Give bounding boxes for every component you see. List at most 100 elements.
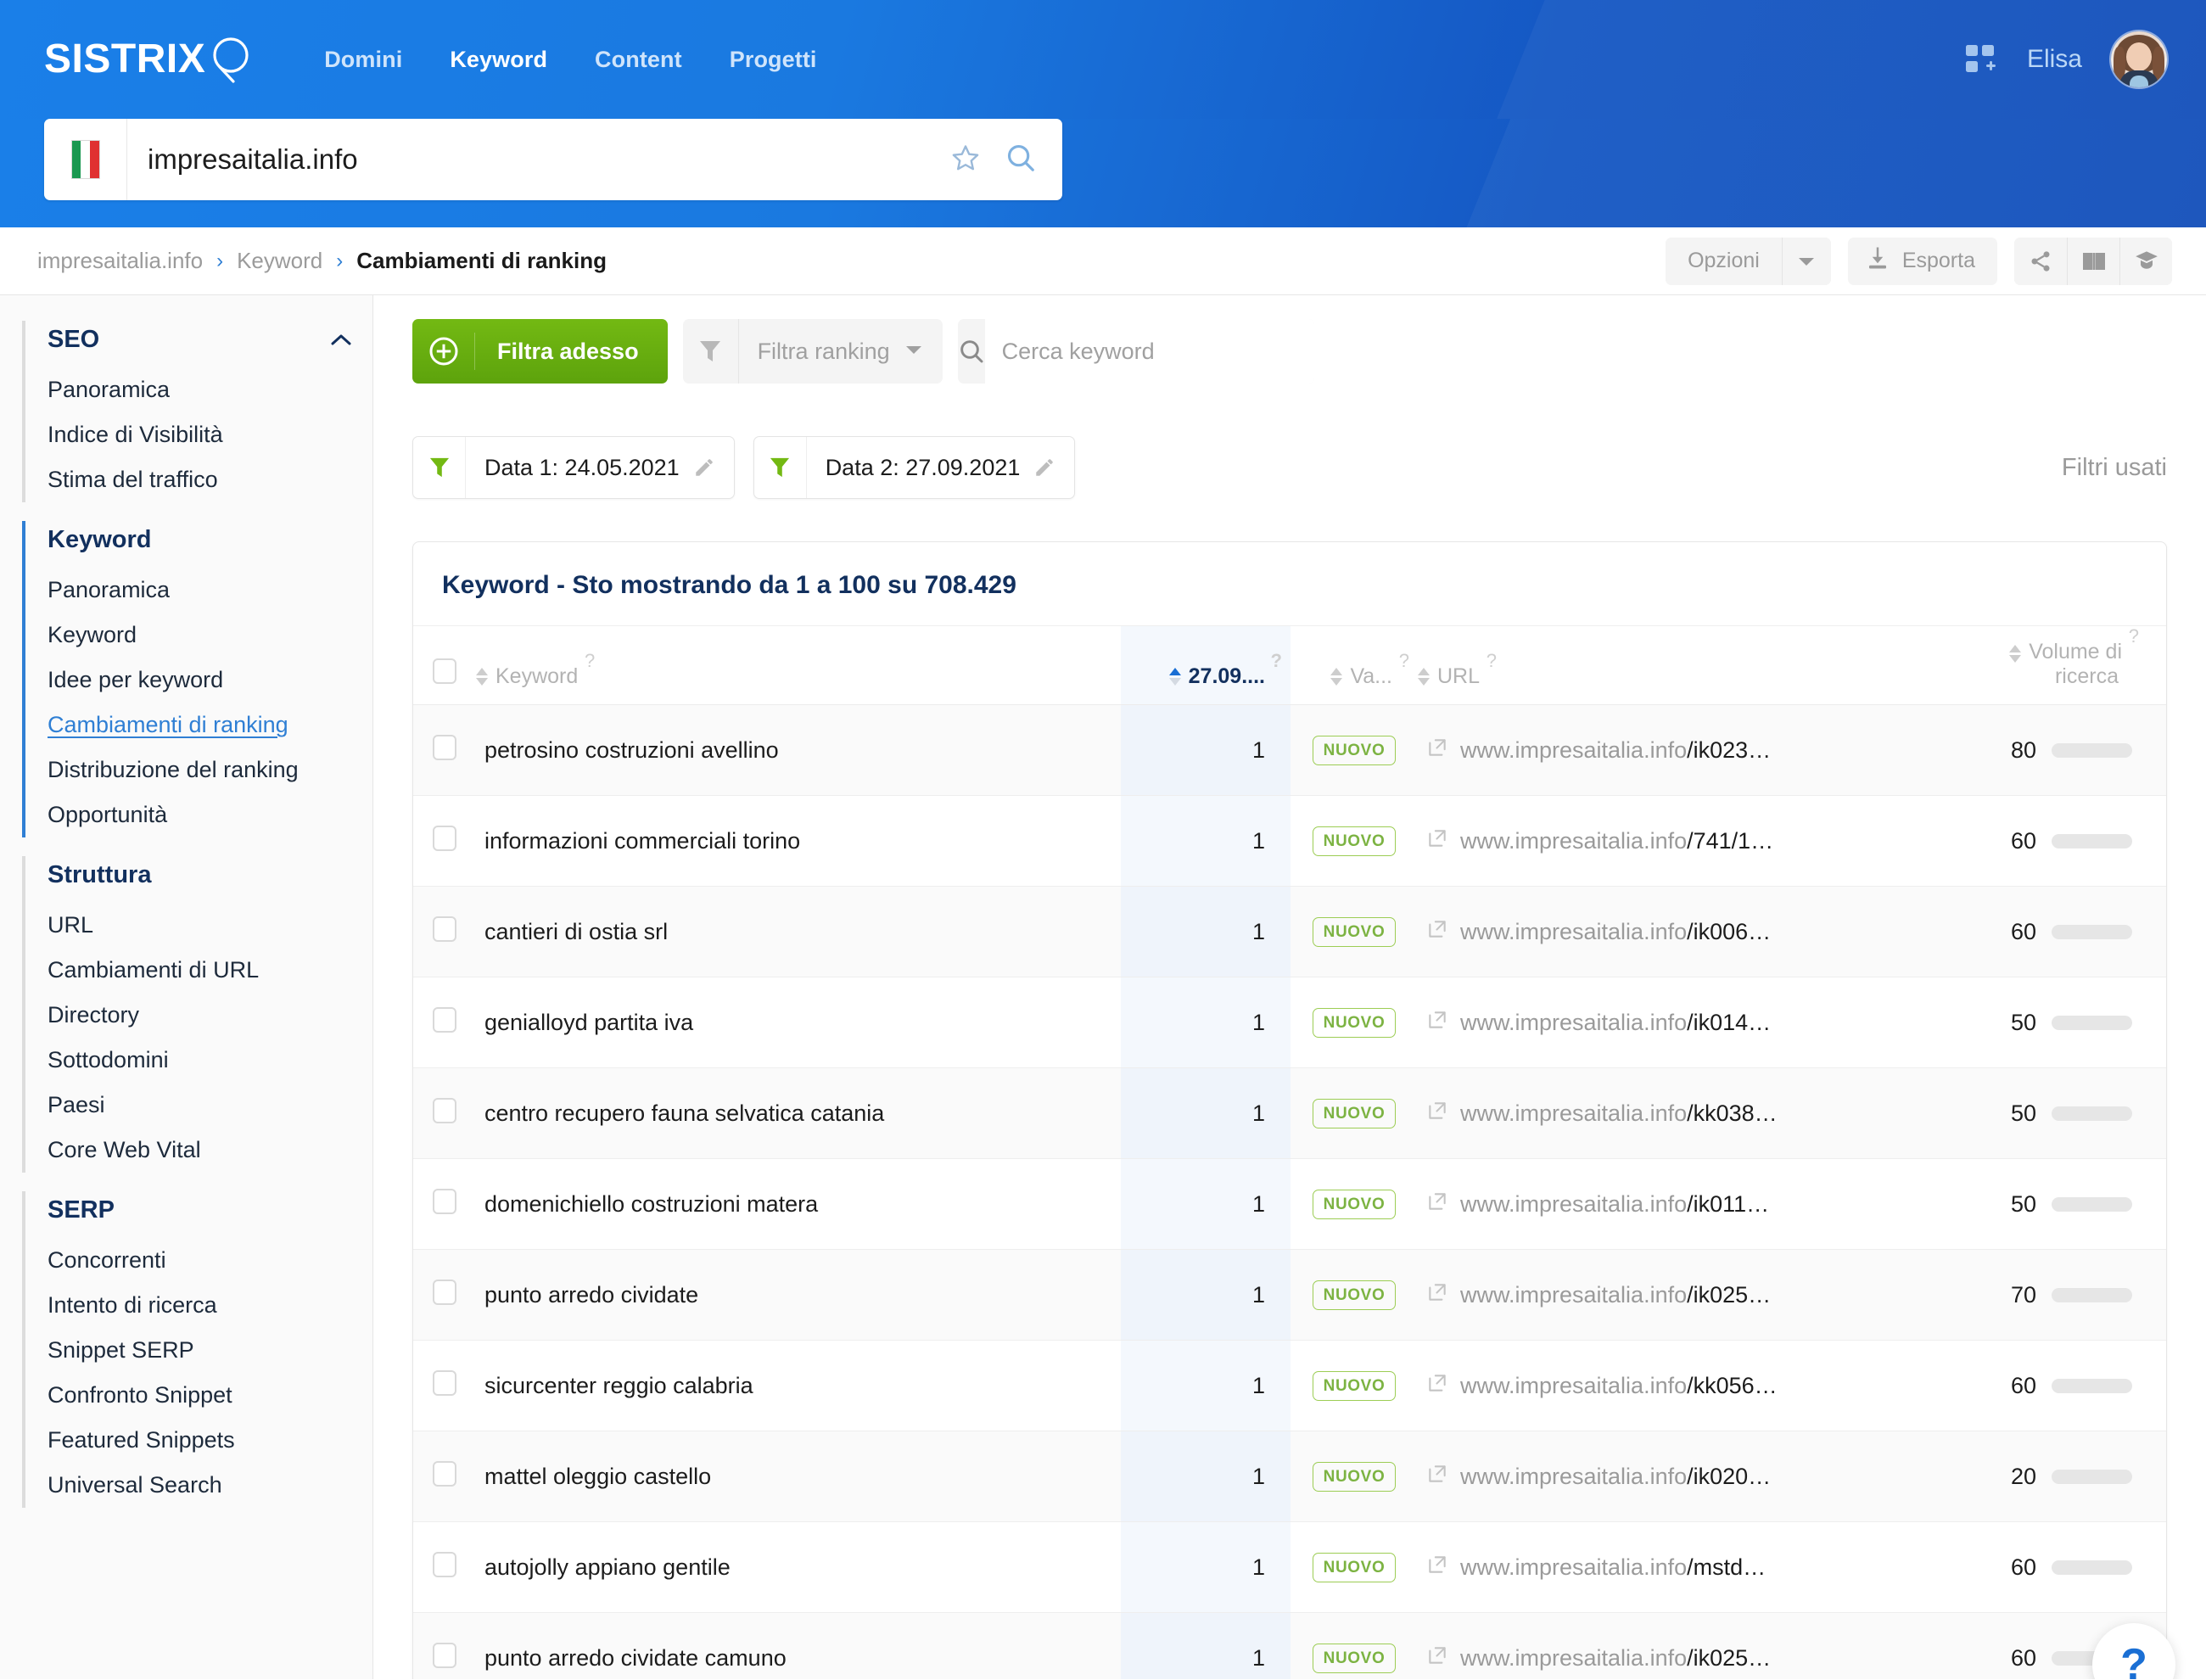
- sidebar-item-distribuzione-del-ranking[interactable]: Distribuzione del ranking: [22, 748, 372, 792]
- search-icon[interactable]: [958, 338, 985, 365]
- row-url-cell[interactable]: www.impresaitalia.info/741/1…: [1418, 795, 1893, 887]
- table-row[interactable]: cantieri di ostia srl 1 NUOVO www.impresait…: [413, 886, 2166, 977]
- help-icon[interactable]: ?: [2129, 625, 2139, 647]
- sidebar-item-directory[interactable]: Directory: [22, 993, 372, 1038]
- date-filter-chip-2[interactable]: Data 2: 27.09.2021: [753, 436, 1076, 499]
- row-url-cell[interactable]: www.impresaitalia.info/ik011…: [1418, 1158, 1893, 1250]
- row-url-cell[interactable]: www.impresaitalia.info/mstd…: [1418, 1521, 1893, 1613]
- sidebar-group-serp-header[interactable]: SERP: [22, 1191, 372, 1238]
- pencil-icon[interactable]: [693, 456, 734, 479]
- row-keyword-cell[interactable]: autojolly appiano gentile: [476, 1521, 1121, 1613]
- sidebar-item-featured-snippets[interactable]: Featured Snippets: [22, 1418, 372, 1463]
- menu-item-content[interactable]: Content: [595, 47, 682, 73]
- row-url-cell[interactable]: www.impresaitalia.info/kk056…: [1418, 1340, 1893, 1431]
- row-url-cell[interactable]: www.impresaitalia.info/ik020…: [1418, 1431, 1893, 1522]
- row-url-cell[interactable]: www.impresaitalia.info/ik023…: [1418, 704, 1893, 796]
- row-keyword-cell[interactable]: genialloyd partita iva: [476, 977, 1121, 1068]
- row-checkbox[interactable]: [433, 1188, 456, 1214]
- column-header-keyword[interactable]: Keyword ?: [476, 626, 1121, 705]
- share-icon[interactable]: [2014, 237, 2067, 285]
- pencil-icon[interactable]: [1033, 456, 1074, 479]
- row-checkbox[interactable]: [433, 1460, 456, 1487]
- row-keyword-cell[interactable]: mattel oleggio castello: [476, 1431, 1121, 1522]
- breadcrumb-item-domain[interactable]: impresaitalia.info: [37, 248, 203, 274]
- graduation-cap-icon[interactable]: [2119, 237, 2172, 285]
- row-checkbox[interactable]: [433, 1369, 456, 1396]
- italy-flag-icon[interactable]: [44, 119, 127, 200]
- sidebar-item-concorrenti[interactable]: Concorrenti: [22, 1238, 372, 1283]
- sidebar-group-seo-header[interactable]: SEO: [22, 321, 372, 367]
- sidebar-item-universal-search[interactable]: Universal Search: [22, 1463, 372, 1508]
- table-row[interactable]: informazioni commerciali torino 1 NUOVO www…: [413, 795, 2166, 887]
- apps-grid-plus-icon[interactable]: [1964, 42, 1998, 76]
- avatar[interactable]: [2111, 31, 2167, 87]
- rank-filter-dropdown[interactable]: Filtra ranking: [682, 319, 943, 384]
- username-label[interactable]: Elisa: [2027, 45, 2082, 74]
- row-url-cell[interactable]: www.impresaitalia.info/ik025…: [1418, 1612, 1893, 1679]
- help-icon[interactable]: ?: [585, 650, 595, 672]
- column-header-url[interactable]: URL ?: [1418, 626, 1893, 705]
- table-row[interactable]: centro recupero fauna selvatica catania 1…: [413, 1067, 2166, 1159]
- sidebar-item-panoramica-seo[interactable]: Panoramica: [22, 367, 372, 412]
- row-checkbox[interactable]: [433, 916, 456, 942]
- sidebar-item-stima-del-traffico[interactable]: Stima del traffico: [22, 457, 372, 502]
- row-checkbox[interactable]: [433, 1097, 456, 1123]
- sidebar-item-core-web-vital[interactable]: Core Web Vital: [22, 1128, 372, 1173]
- row-url-cell[interactable]: www.impresaitalia.info/ik006…: [1418, 886, 1893, 977]
- row-url-cell[interactable]: www.impresaitalia.info/ik014…: [1418, 977, 1893, 1068]
- row-keyword-cell[interactable]: punto arredo cividate: [476, 1249, 1121, 1341]
- search-icon[interactable]: [993, 142, 1062, 178]
- column-header-position[interactable]: 27.09.... ?: [1121, 626, 1291, 705]
- sistrix-logo[interactable]: SISTRIX: [44, 33, 260, 86]
- options-button[interactable]: Opzioni: [1666, 237, 1782, 285]
- sidebar-item-intento-di-ricerca[interactable]: Intento di ricerca: [22, 1283, 372, 1328]
- book-icon[interactable]: [2067, 237, 2119, 285]
- menu-item-keyword[interactable]: Keyword: [450, 47, 547, 73]
- help-icon[interactable]: ?: [2166, 684, 2167, 706]
- row-url-cell[interactable]: www.impresaitalia.info/ik025…: [1418, 1249, 1893, 1341]
- filter-now-button[interactable]: Filtra adesso: [412, 319, 668, 384]
- sidebar-item-opportunita[interactable]: Opportunità: [22, 792, 372, 837]
- row-checkbox[interactable]: [433, 1279, 456, 1305]
- row-checkbox[interactable]: [433, 1551, 456, 1577]
- row-keyword-cell[interactable]: domenichiello costruzioni matera: [476, 1158, 1121, 1250]
- sidebar-item-cambiamenti-di-url[interactable]: Cambiamenti di URL: [22, 948, 372, 993]
- row-checkbox[interactable]: [433, 1642, 456, 1668]
- column-header-variation[interactable]: Va... ?: [1291, 626, 1418, 705]
- row-checkbox[interactable]: [433, 825, 456, 851]
- row-keyword-cell[interactable]: informazioni commerciali torino: [476, 795, 1121, 887]
- menu-item-progetti[interactable]: Progetti: [730, 47, 817, 73]
- table-row[interactable]: mattel oleggio castello 1 NUOVO www.impresa…: [413, 1431, 2166, 1522]
- sidebar-item-keyword[interactable]: Keyword: [22, 613, 372, 658]
- sidebar-item-indice-di-visibilita[interactable]: Indice di Visibilità: [22, 412, 372, 457]
- sidebar-group-struttura-header[interactable]: Struttura: [22, 856, 372, 903]
- table-row[interactable]: petrosino costruzioni avellino 1 NUOVO www.…: [413, 704, 2166, 796]
- export-button[interactable]: Esporta: [1847, 237, 1997, 285]
- search-input[interactable]: [127, 143, 938, 176]
- row-checkbox[interactable]: [433, 1006, 456, 1033]
- row-keyword-cell[interactable]: punto arredo cividate camuno: [476, 1612, 1121, 1679]
- row-url-cell[interactable]: www.impresaitalia.info/kk038…: [1418, 1067, 1893, 1159]
- help-icon[interactable]: ?: [1487, 650, 1497, 672]
- table-row[interactable]: autojolly appiano gentile 1 NUOVO www.impre…: [413, 1521, 2166, 1613]
- help-icon[interactable]: ?: [1399, 650, 1409, 672]
- column-header-volume[interactable]: Volume di ricerca ?: [1893, 625, 2139, 705]
- star-outline-icon[interactable]: [938, 143, 993, 177]
- sidebar-item-idee-per-keyword[interactable]: Idee per keyword: [22, 658, 372, 703]
- help-icon[interactable]: ?: [1271, 650, 1282, 672]
- sidebar-item-paesi[interactable]: Paesi: [22, 1083, 372, 1128]
- date-filter-chip-1[interactable]: Data 1: 24.05.2021: [412, 436, 735, 499]
- table-row[interactable]: sicurcenter reggio calabria 1 NUOVO www.imp…: [413, 1340, 2166, 1431]
- chevron-up-icon[interactable]: [330, 326, 352, 354]
- breadcrumb-item-keyword[interactable]: Keyword: [237, 248, 322, 274]
- menu-item-domini[interactable]: Domini: [324, 47, 402, 73]
- table-row[interactable]: punto arredo cividate 1 NUOVO www.impresait…: [413, 1249, 2166, 1341]
- sidebar-item-sottodomini[interactable]: Sottodomini: [22, 1038, 372, 1083]
- sidebar-item-url[interactable]: URL: [22, 903, 372, 948]
- sidebar-item-cambiamenti-di-ranking[interactable]: Cambiamenti di ranking: [22, 703, 372, 748]
- row-keyword-cell[interactable]: petrosino costruzioni avellino: [476, 704, 1121, 796]
- row-keyword-cell[interactable]: cantieri di ostia srl: [476, 886, 1121, 977]
- table-row[interactable]: punto arredo cividate camuno 1 NUOVO www.im…: [413, 1612, 2166, 1679]
- sidebar-group-keyword-header[interactable]: Keyword: [22, 521, 372, 568]
- select-all-checkbox[interactable]: [433, 658, 456, 684]
